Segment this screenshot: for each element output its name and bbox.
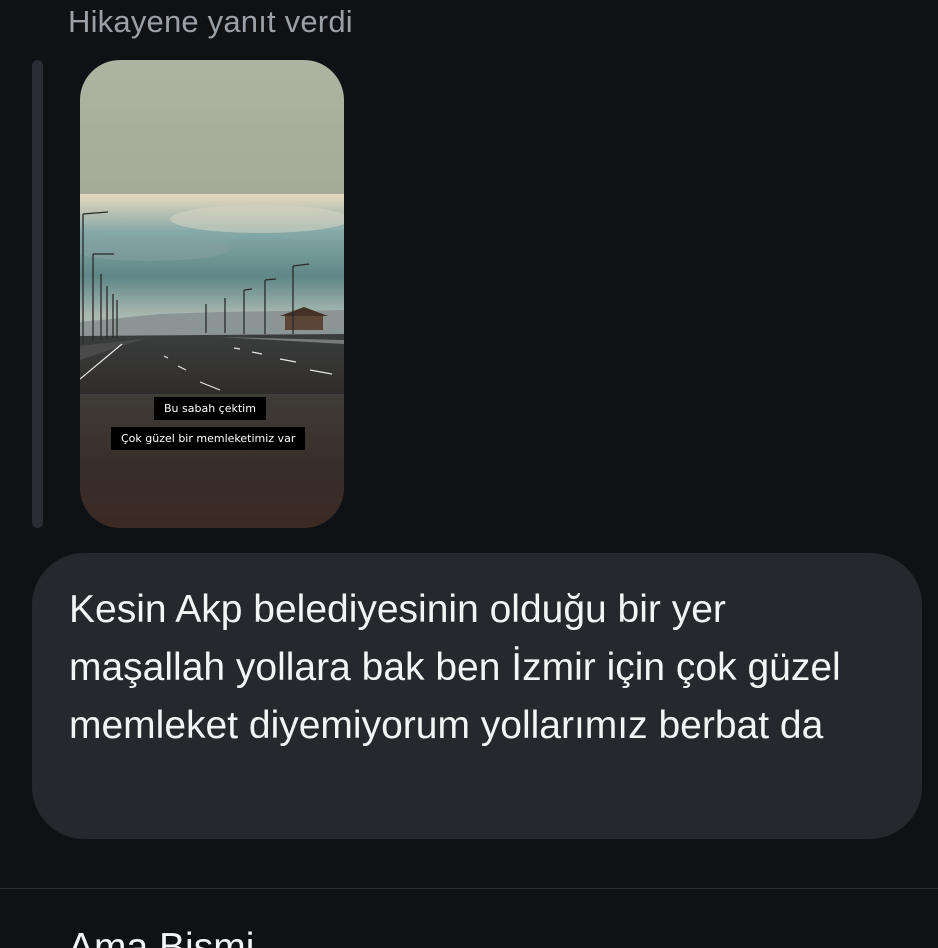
next-message-text: Ama Bismi... [68,926,287,948]
road-photo [80,194,344,394]
story-caption: Çok güzel bir memleketimiz var [111,427,306,450]
message-text: Kesin Akp belediyesinin olduğu bir yer m… [69,588,841,747]
received-message-bubble[interactable]: Kesin Akp belediyesinin olduğu bir yer m… [32,553,922,839]
reply-indicator-bar [32,60,43,528]
story-thumbnail[interactable]: Bu sabah çektim Çok güzel bir memleketim… [80,60,344,528]
story-reply-label: Hikayene yanıt verdi [68,4,353,39]
section-divider [0,888,938,889]
chat-screen: Hikayene yanıt verdi Bu sabah çektim Çok… [0,0,938,948]
story-caption: Bu sabah çektim [154,397,266,420]
